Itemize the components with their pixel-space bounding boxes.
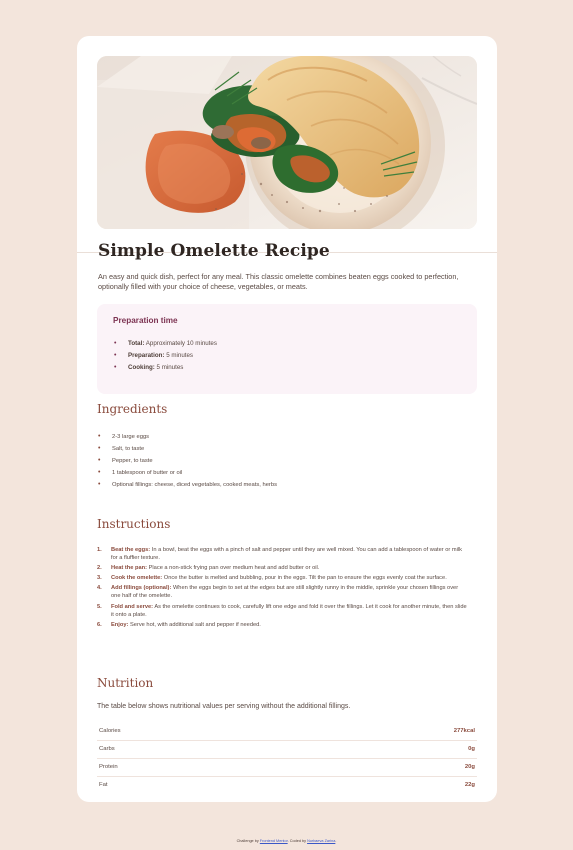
author-link[interactable]: Nurbaeva Zarina [307,839,335,843]
list-item: Pepper, to taste [97,455,457,467]
nutrition-value: 22g [464,782,475,788]
nutrition-table: Calories 277kcal Carbs 0g Protein 20g Fa… [97,723,477,794]
preparation-item-value: 5 minutes [156,364,184,371]
instructions-title: Instructions [97,517,171,531]
omelette-image [97,56,477,229]
step-label: Enjoy: [111,621,129,628]
preparation-time-title: Preparation time [113,316,178,325]
preparation-time-list: Total: Approximately 10 minutes Preparat… [113,338,443,374]
list-item: 2-3 large eggs [97,431,457,443]
preparation-item-label: Total: [128,340,145,347]
preparation-time-box: Preparation time Total: Approximately 10… [97,304,477,394]
preparation-item-label: Cooking: [128,364,155,371]
list-item: Salt, to taste [97,443,457,455]
ingredients-title: Ingredients [97,402,168,416]
step-text: Once the butter is melted and bubbling, … [163,575,447,582]
table-row: Protein 20g [97,759,477,777]
table-row: Calories 277kcal [97,723,477,741]
step-text: Serve hot, with additional salt and pepp… [129,621,261,628]
footer-prefix: Challenge by [236,839,260,843]
ingredients-list: 2-3 large eggs Salt, to taste Pepper, to… [97,431,457,491]
nutrition-label: Carbs [99,746,115,752]
recipe-card: Simple Omelette Recipe An easy and quick… [77,36,497,802]
recipe-intro: An easy and quick dish, perfect for any … [98,272,459,291]
step-number: 2. [97,565,102,572]
nutrition-label: Calories [99,728,121,734]
table-row: Fat 22g [97,777,477,794]
nutrition-value: 0g [468,746,475,752]
nutrition-value: 20g [464,764,475,770]
preparation-item-preparation: Preparation: 5 minutes [113,350,443,362]
page-title: Simple Omelette Recipe [98,241,330,261]
list-item: 1 tablespoon of butter or oil [97,467,457,479]
instruction-step: 3. Cook the omelette: Once the butter is… [97,574,467,582]
nutrition-label: Protein [99,764,118,770]
footer-suffix: . [335,839,337,843]
step-label: Fold and serve: [111,603,154,610]
preparation-item-label: Preparation: [128,352,165,359]
step-number: 6. [97,621,102,628]
step-label: Cook the omelette: [111,575,163,582]
preparation-item-value: Approximately 10 minutes [145,340,217,347]
instruction-step: 2. Heat the pan: Place a non-stick fryin… [97,564,467,572]
list-item: Optional fillings: cheese, diced vegetab… [97,479,457,491]
step-number: 1. [97,547,102,553]
nutrition-value: 277kcal [453,728,475,734]
omelette-photo [97,56,477,229]
step-label: Beat the eggs: [111,547,151,553]
preparation-item-cooking: Cooking: 5 minutes [113,362,443,374]
nutrition-label: Fat [99,782,108,788]
preparation-item-total: Total: Approximately 10 minutes [113,338,443,350]
preparation-item-value: 5 minutes [166,352,194,359]
step-label: Add fillings (optional): [111,585,172,592]
instruction-step: 5. Fold and serve: As the omelette conti… [97,603,467,619]
step-number: 5. [97,603,102,610]
frontend-mentor-link[interactable]: Frontend Mentor [260,839,288,843]
instruction-step: 6. Enjoy: Serve hot, with additional sal… [97,621,467,629]
footer-middle: . Coded by [287,839,308,843]
step-label: Heat the pan: [111,565,148,572]
nutrition-intro: The table below shows nutritional values… [97,703,351,710]
instruction-step: 1. Beat the eggs: In a bowl, beat the eg… [97,546,467,562]
instructions-list: 1. Beat the eggs: In a bowl, beat the eg… [97,546,467,631]
attribution-footer: Challenge by Frontend Mentor. Coded by N… [0,839,573,844]
nutrition-title: Nutrition [97,676,154,690]
step-number: 3. [97,575,102,582]
step-text: In a bowl, beat the eggs with a pinch of… [111,547,462,562]
instruction-step: 4. Add fillings (optional): When the egg… [97,584,467,600]
step-text: As the omelette continues to cook, caref… [111,603,467,618]
step-number: 4. [97,585,102,592]
table-row: Carbs 0g [97,741,477,759]
step-text: Place a non-stick frying pan over medium… [148,565,320,572]
